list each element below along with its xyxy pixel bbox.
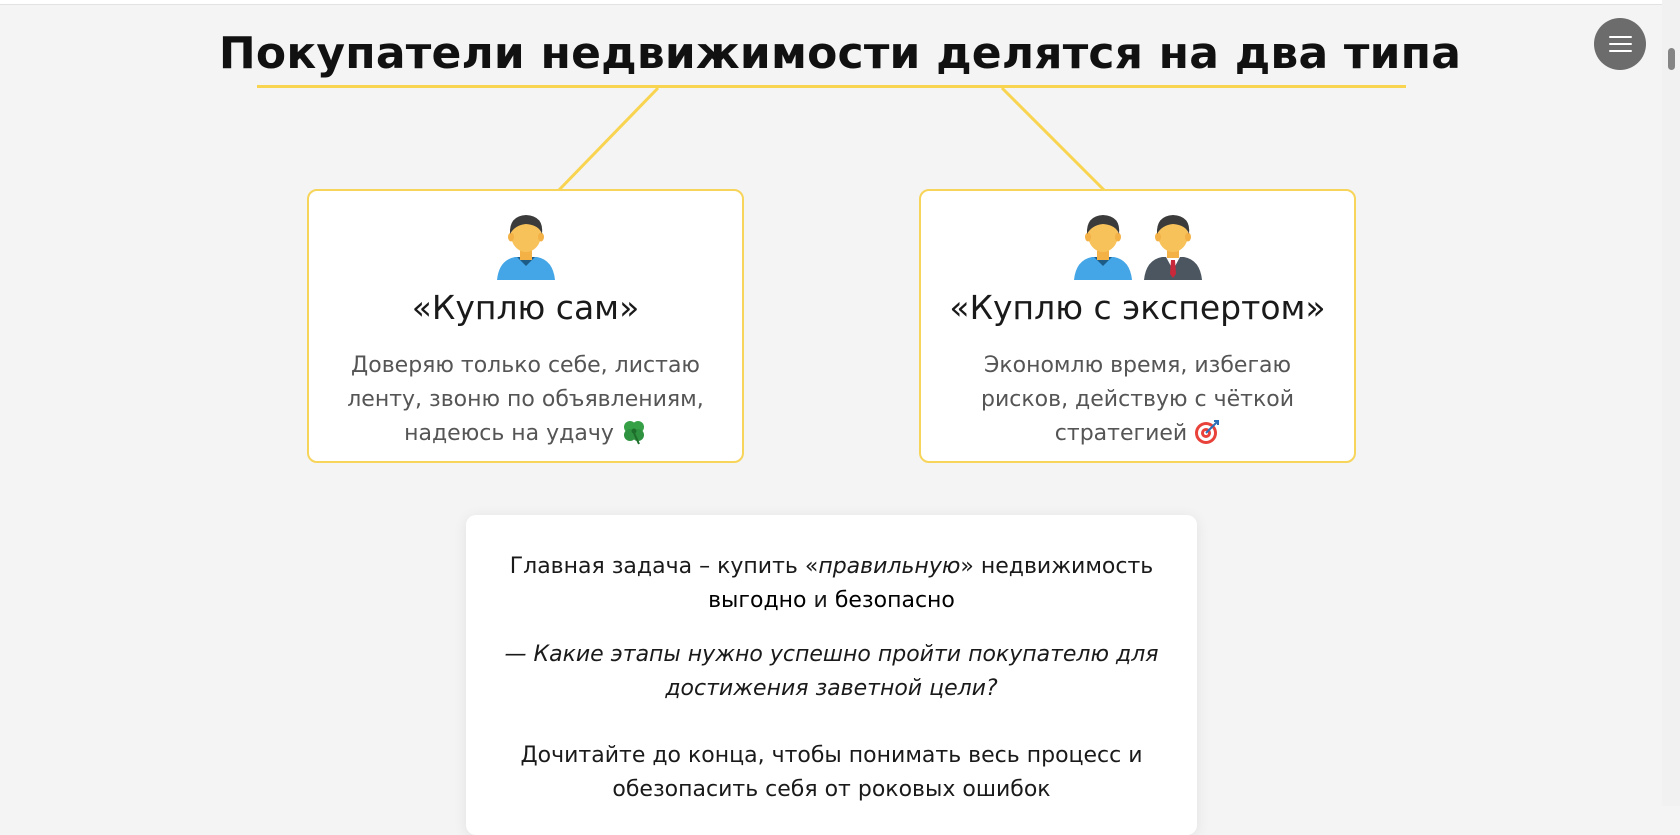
card-title-self: «Куплю сам»	[411, 288, 640, 327]
buyer-type-card-self: «Куплю сам» Доверяю только себе, листаю …	[307, 189, 744, 463]
person-blue-shirt-icon	[496, 215, 555, 280]
italic-word: правильную	[818, 554, 961, 579]
page: Покупатели недвижимости делятся на два т…	[0, 0, 1662, 835]
card-text-self: Доверяю только себе, листаю ленту, звоню…	[347, 353, 704, 446]
card-text-expert: Экономлю время, избегаю рисков, действую…	[981, 353, 1294, 446]
person-blue-shirt-icon	[1073, 215, 1132, 280]
scrollbar-thumb[interactable]	[1668, 48, 1675, 70]
info-box: Главная задача – купить «правильную» нед…	[466, 515, 1197, 835]
connector-right	[1000, 86, 1106, 192]
hamburger-menu-icon[interactable]	[1594, 18, 1646, 70]
page-title: Покупатели недвижимости делятся на два т…	[218, 28, 1462, 79]
four-leaf-clover-icon	[623, 421, 644, 445]
connector-left	[557, 86, 660, 192]
bold-word-safe: безопасно	[834, 588, 955, 613]
buyer-type-card-expert: «Куплю с экспертом» Экономлю время, избе…	[919, 189, 1356, 463]
main-goal-text: Главная задача – купить «правильную» нед…	[509, 554, 1154, 613]
scrollbar[interactable]	[1662, 0, 1680, 806]
title-underline	[257, 85, 1406, 88]
bold-word-profitable: выгодно	[708, 588, 807, 613]
cta-text: Дочитайте до конца, чтобы понимать весь …	[520, 743, 1143, 802]
person-suit-icon	[1143, 215, 1202, 280]
target-icon	[1195, 420, 1220, 444]
question-text: — Какие этапы нужно успешно пройти покуп…	[504, 642, 1159, 701]
card-title-expert: «Куплю с экспертом»	[949, 288, 1326, 327]
